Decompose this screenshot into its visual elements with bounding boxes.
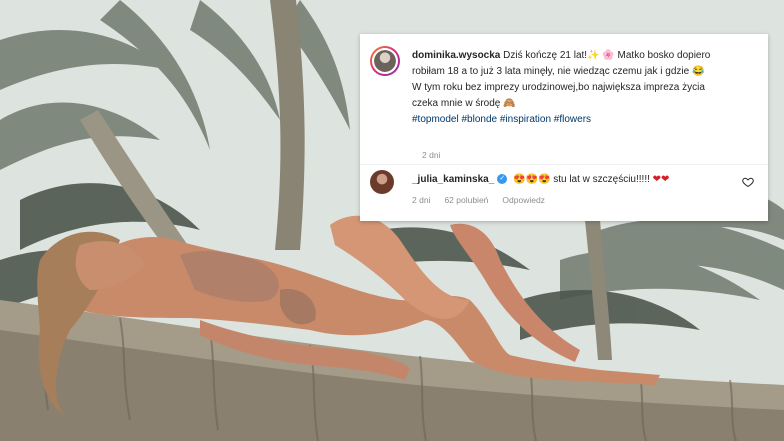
post-author-username[interactable]: dominika.wysocka (412, 50, 500, 61)
hashtag-link[interactable]: #blonde (461, 114, 497, 125)
heart-outline-icon[interactable] (742, 176, 754, 188)
reply-button[interactable]: Odpowiedz (502, 195, 545, 205)
comment-timestamp[interactable]: 2 dni (412, 195, 430, 205)
commenter-avatar[interactable] (370, 170, 394, 194)
instagram-comment-card: dominika.wysocka Dziś kończę 21 lat!✨ 🌸 … (360, 34, 768, 221)
caption-line-3: W tym roku bez imprezy urodzinowej,bo na… (412, 82, 705, 93)
comment-likes-count[interactable]: 62 polubień (444, 195, 488, 205)
hashtag-link[interactable]: #inspiration (500, 114, 551, 125)
caption-line-2: robiłam 18 a to już 3 lata minęły, nie w… (412, 66, 705, 77)
comment-text: _julia_kaminska_ ✓ 😍😍😍 stu lat w szczęści… (412, 173, 669, 187)
comment-meta: 2 dni 62 polubień Odpowiedz (412, 195, 545, 205)
hashtag-link[interactable]: #flowers (554, 114, 591, 125)
verified-badge-icon: ✓ (497, 174, 508, 185)
hashtag-link[interactable]: #topmodel (412, 114, 459, 125)
commenter-username[interactable]: _julia_kaminska_ (412, 174, 494, 185)
comment-body: 😍😍😍 stu lat w szczęściu!!!!! (513, 174, 653, 185)
comment-item: _julia_kaminska_ ✓ 😍😍😍 stu lat w szczęści… (370, 170, 762, 220)
caption-line-1: Dziś kończę 21 lat!✨ 🌸 Matko bosko dopie… (503, 50, 711, 61)
post-timestamp[interactable]: 2 dni (422, 150, 440, 160)
divider (360, 164, 768, 165)
post-author-avatar[interactable] (370, 46, 400, 76)
caption-line-4: czeka mnie w środę 🙈 (412, 98, 516, 109)
comment-hearts: ❤❤ (652, 174, 670, 185)
post-caption: dominika.wysocka Dziś kończę 21 lat!✨ 🌸 … (412, 48, 760, 128)
